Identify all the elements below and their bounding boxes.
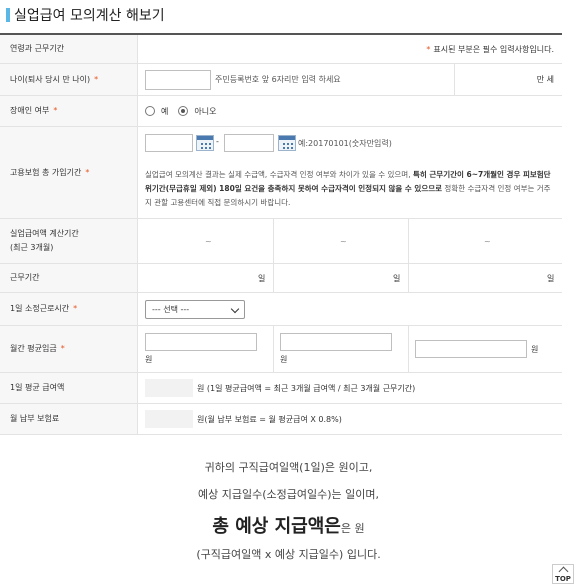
wage-input-3[interactable] bbox=[415, 340, 527, 358]
calc-period-col-2: ~ bbox=[340, 236, 347, 246]
daily-avg-output bbox=[145, 379, 193, 397]
date-example: 예:20170101(숫자만입력) bbox=[298, 139, 392, 148]
summary-line-4: (구직급여일액 x 예상 지급일수) 입니다. bbox=[196, 548, 381, 561]
insurance-label: 고용보험 총 가입기간 * bbox=[0, 127, 138, 218]
summary-line-1: 귀하의 구직급여일액(1일)은 원이고, bbox=[204, 461, 373, 474]
calc-period-col-1: ~ bbox=[205, 236, 212, 246]
daily-avg-label: 1일 평균 급여액 bbox=[0, 373, 138, 403]
summary-line-2: 예상 지급일수(소정급여일수)는 일이며, bbox=[198, 488, 379, 501]
wage-unit-3: 원 bbox=[531, 345, 539, 354]
radio-no[interactable] bbox=[178, 106, 189, 116]
calculator-form: 연령과 근무기간 * 표시된 부분은 필수 입력사항입니다. 나이(퇴사 당시 … bbox=[0, 33, 562, 435]
calc-period-row: 실업급여액 계산기간 (최근 3개월) ~ ~ ~ bbox=[0, 219, 562, 264]
radio-yes-label: 예 bbox=[161, 106, 169, 116]
page-title: 실업급여 모의계산 해보기 bbox=[14, 8, 165, 24]
required-star: * bbox=[426, 44, 431, 54]
hours-select[interactable]: --- 선택 --- bbox=[145, 300, 245, 319]
wage-unit-1: 원 bbox=[145, 355, 153, 364]
calendar-start-icon[interactable] bbox=[196, 135, 214, 151]
wage-label: 월간 평균임금 * bbox=[0, 326, 138, 372]
calc-period-label: 실업급여액 계산기간 (최근 3개월) bbox=[0, 219, 138, 263]
daily-avg-note: 원 (1일 평균급여액 = 최근 3개월 급여액 / 최근 3개월 근무기간) bbox=[197, 383, 416, 393]
chevron-down-icon bbox=[230, 304, 240, 314]
age-hint: 주민등록번호 앞 6자리만 입력 하세요 bbox=[215, 75, 341, 84]
hours-row: 1일 소정근로시간 * --- 선택 --- bbox=[0, 293, 562, 326]
hours-label: 1일 소정근로시간 * bbox=[0, 293, 138, 325]
age-label: 나이(퇴사 당시 만 나이) * bbox=[0, 64, 138, 95]
work-days-unit-1: 일 bbox=[258, 273, 266, 283]
wage-input-1[interactable] bbox=[145, 333, 257, 351]
calc-period-col-3: ~ bbox=[484, 236, 491, 246]
page-title-block: 실업급여 모의계산 해보기 bbox=[6, 6, 165, 24]
age-input[interactable] bbox=[145, 69, 211, 90]
radio-no-label: 아니오 bbox=[194, 106, 217, 116]
insurance-end-input[interactable] bbox=[224, 134, 274, 152]
disabled-label: 장애인 여부 * bbox=[0, 96, 138, 126]
wage-row: 월간 평균임금 * 원 원 원 bbox=[0, 326, 562, 373]
title-accent-bar bbox=[6, 8, 10, 22]
insurance-start-input[interactable] bbox=[145, 134, 193, 152]
work-days-unit-2: 일 bbox=[393, 273, 401, 283]
calendar-end-icon[interactable] bbox=[278, 135, 296, 151]
date-separator: - bbox=[216, 137, 219, 146]
insurance-notice: 실업급여 모의계산 결과는 실제 수급액, 수급자격 인정 여부와 차이가 있을… bbox=[145, 170, 551, 207]
wage-input-2[interactable] bbox=[280, 333, 392, 351]
work-days-row: 근무기간 일 일 일 bbox=[0, 264, 562, 293]
premium-output bbox=[145, 410, 193, 428]
scroll-top-button[interactable]: TOP bbox=[552, 564, 574, 584]
daily-avg-row: 1일 평균 급여액 원 (1일 평균급여액 = 최근 3개월 급여액 / 최근 … bbox=[0, 373, 562, 404]
insurance-row: 고용보험 총 가입기간 * - 예:20170101(숫자만입력) 실업급여 모의… bbox=[0, 127, 562, 219]
summary-line-3: 총 예상 지급액은은 원 bbox=[212, 516, 365, 537]
summary-total-label: 총 예상 지급액은 bbox=[212, 516, 341, 537]
radio-yes[interactable] bbox=[145, 106, 155, 116]
disabled-row: 장애인 여부 * 예 아니오 bbox=[0, 96, 562, 127]
form-header-row: 연령과 근무기간 * 표시된 부분은 필수 입력사항입니다. bbox=[0, 35, 562, 64]
work-days-unit-3: 일 bbox=[547, 273, 555, 283]
wage-unit-2: 원 bbox=[280, 355, 288, 364]
age-suffix: 만 세 bbox=[536, 75, 554, 84]
work-days-label: 근무기간 bbox=[0, 264, 138, 292]
age-row: 나이(퇴사 당시 만 나이) * 주민등록번호 앞 6자리만 입력 하세요 만 세 bbox=[0, 64, 562, 96]
premium-note: 원(월 납부 보험료 = 월 평균급여 X 0.8%) bbox=[197, 414, 342, 424]
premium-row: 월 납부 보험료 원(월 납부 보험료 = 월 평균급여 X 0.8%) bbox=[0, 404, 562, 435]
header-label: 연령과 근무기간 bbox=[0, 35, 138, 63]
premium-label: 월 납부 보험료 bbox=[0, 404, 138, 434]
required-note: * 표시된 부분은 필수 입력사항입니다. bbox=[426, 44, 554, 54]
